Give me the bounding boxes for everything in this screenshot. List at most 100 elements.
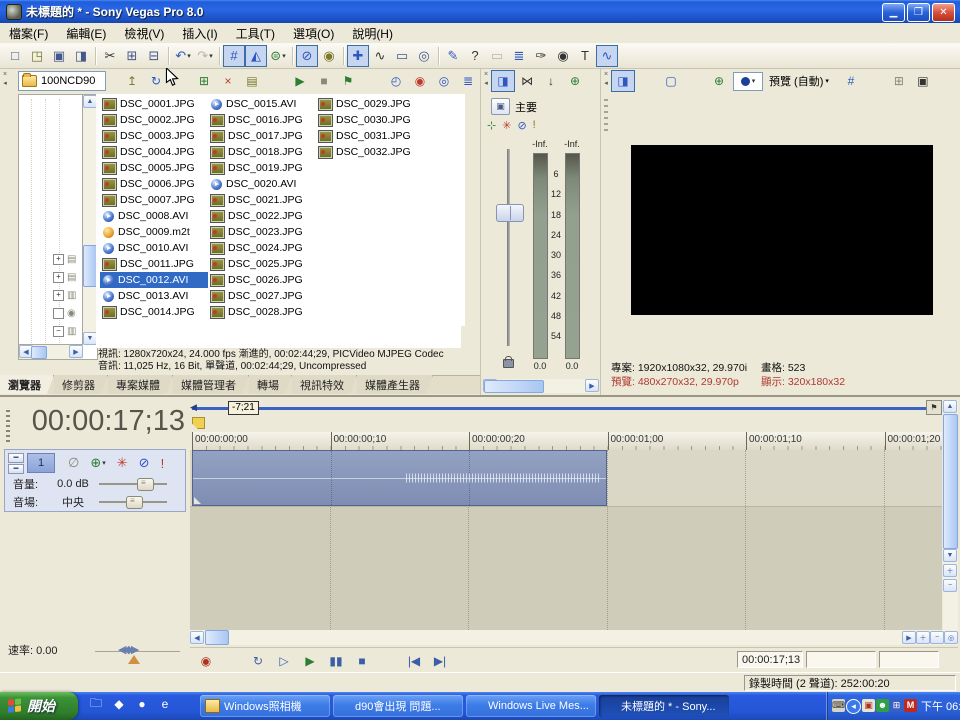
zoom-in-track-button[interactable]: ＋ <box>943 564 957 577</box>
file-item[interactable]: DSC_0019.JPG <box>208 160 316 176</box>
track-fx-icon[interactable]: ⊕ <box>89 454 106 472</box>
start-preview-button[interactable]: ▶ <box>288 70 312 92</box>
pan-slider[interactable] <box>99 501 167 503</box>
separator[interactable] <box>92 45 99 67</box>
file-item[interactable]: DSC_0026.JPG <box>208 272 316 288</box>
volume-value[interactable]: 0.0 dB <box>47 478 99 490</box>
title-bar[interactable]: 未標題的 * - Sony Vegas Pro 8.0 ▁ ❐ ✕ <box>0 0 960 23</box>
dock-tab[interactable]: 媒體管理者 <box>173 375 249 394</box>
mixer-scrollbar[interactable]: ◀▶ <box>483 379 599 393</box>
file-item[interactable]: DSC_0017.JPG <box>208 128 316 144</box>
bus-mute-icon[interactable]: ⊘ <box>517 119 526 132</box>
dock-tab[interactable]: 媒體產生器 <box>357 375 433 394</box>
file-item[interactable]: DSC_0032.JPG <box>316 144 424 160</box>
up-one-level-button[interactable]: ↥ <box>120 70 144 92</box>
downmix-output-button[interactable]: ⋈ <box>515 70 539 92</box>
camera-button[interactable]: ◉ <box>552 45 574 67</box>
envelope-edit-tool-button[interactable]: ∿ <box>369 45 391 67</box>
dim-output-button[interactable]: ↓ <box>539 70 563 92</box>
file-item[interactable]: DSC_0022.JPG <box>208 208 316 224</box>
save-snapshot-button[interactable]: ▣ <box>911 70 935 92</box>
go-to-start-button[interactable]: |◀ <box>401 651 427 671</box>
multicam-button[interactable]: ≣ <box>508 45 530 67</box>
file-item[interactable]: DSC_0002.JPG <box>100 112 208 128</box>
zoom-tool-button[interactable]: ◎ <box>944 631 958 644</box>
redo-button[interactable]: ↷ <box>194 45 216 67</box>
file-item[interactable]: DSC_0004.JPG <box>100 144 208 160</box>
paste-button[interactable]: ⊟ <box>143 45 165 67</box>
new-project-button[interactable]: □ <box>4 45 26 67</box>
file-item[interactable]: DSC_0025.JPG <box>208 256 316 272</box>
video-output-fx-button[interactable]: ⊕ <box>707 70 731 92</box>
file-item[interactable]: DSC_0020.AVI <box>208 176 316 192</box>
preview-quality-selector[interactable]: ▾ <box>733 72 763 91</box>
zoom-edit-tool-button[interactable]: ◎ <box>413 45 435 67</box>
file-item[interactable]: DSC_0006.JPG <box>100 176 208 192</box>
mixer-properties-button[interactable]: ◨ <box>491 70 515 92</box>
cut-button[interactable]: ✂ <box>99 45 121 67</box>
file-item[interactable]: DSC_0024.JPG <box>208 240 316 256</box>
separator[interactable] <box>375 651 401 671</box>
dock-tab[interactable]: 瀏覽器 <box>0 375 54 394</box>
stop-preview-button[interactable]: ■ <box>312 70 336 92</box>
bus-settings-icon[interactable]: ✳ <box>502 119 511 132</box>
menu-item[interactable]: 插入(I) <box>173 23 226 44</box>
trimmer-button[interactable]: ▭ <box>486 45 508 67</box>
separator[interactable] <box>360 70 384 92</box>
play-button[interactable]: ▶ <box>297 651 323 671</box>
file-item[interactable]: DSC_0014.JPG <box>100 304 208 320</box>
menu-item[interactable]: 選項(O) <box>284 23 343 44</box>
zoom-out-track-button[interactable]: − <box>943 579 957 592</box>
copy-button[interactable]: ⊞ <box>121 45 143 67</box>
file-item[interactable]: DSC_0010.AVI <box>100 240 208 256</box>
restore-button[interactable]: ❐ <box>907 3 930 22</box>
enable-snapping-button[interactable]: # <box>223 45 245 67</box>
tray-network-icon[interactable]: ⊞ <box>890 699 903 712</box>
quicklaunch-ie-icon[interactable]: e <box>157 696 173 712</box>
tray-keyboard-icon[interactable]: ⌨ <box>832 699 845 712</box>
media-manager-button[interactable]: ◴ <box>384 70 408 92</box>
file-item[interactable]: DSC_0009.m2t <box>100 224 208 240</box>
track-number[interactable]: 1 <box>27 453 55 473</box>
time-ruler[interactable]: 00:00:00;00 00:00:00;10 00:00:00;20 00:0… <box>192 432 942 451</box>
tree-expand-toggle[interactable]: + <box>53 272 64 283</box>
track-solo-icon[interactable]: ! <box>160 455 166 472</box>
taskbar-task-button[interactable]: Windows照相機 <box>200 695 330 717</box>
explorer-dock-grip[interactable]: ×◂ <box>0 70 10 92</box>
master-bus-icon[interactable]: ▣ <box>491 98 510 115</box>
tree-horizontal-scrollbar[interactable]: ◀▶ <box>19 344 83 359</box>
file-item[interactable]: DSC_0013.AVI <box>100 288 208 304</box>
marker-tool-button[interactable]: ⚑ <box>926 400 942 415</box>
tree-expand-toggle[interactable] <box>53 308 64 319</box>
save-button[interactable]: ▣ <box>48 45 70 67</box>
separator[interactable] <box>435 45 442 67</box>
project-properties-button[interactable]: ◨ <box>70 45 92 67</box>
tree-item[interactable]: + ▥ <box>19 286 81 304</box>
tree-expand-toggle[interactable]: + <box>53 290 64 301</box>
menu-item[interactable]: 工具(T) <box>227 23 284 44</box>
file-item[interactable]: DSC_0029.JPG <box>316 96 424 112</box>
normal-edit-tool-button[interactable]: ✚ <box>347 45 369 67</box>
separator[interactable] <box>863 70 887 92</box>
timeline-marker[interactable] <box>192 417 205 429</box>
track-automation-icon[interactable]: ✳ <box>116 454 129 472</box>
copy-snapshot-button[interactable]: ⊞ <box>887 70 911 92</box>
tray-mail-icon[interactable]: M <box>904 699 917 712</box>
file-item[interactable]: DSC_0007.JPG <box>100 192 208 208</box>
taskbar-task-button[interactable]: d90會出現 問題... <box>333 695 463 717</box>
dock-tab[interactable]: 轉場 <box>249 375 292 394</box>
track-minimize-buttons[interactable]: ▬▬ <box>8 453 24 474</box>
timeline-horizontal-scrollbar[interactable]: ◀ ▶＋ − ◎ <box>190 630 958 645</box>
tray-photo-icon[interactable]: ▣ <box>862 699 875 712</box>
file-item[interactable]: DSC_0008.AVI <box>100 208 208 224</box>
preview-quality-label[interactable]: 預覽 (自動) <box>769 73 823 89</box>
tree-item[interactable]: + ▤ <box>19 268 81 286</box>
file-item[interactable]: DSC_0018.JPG <box>208 144 316 160</box>
stop-button[interactable]: ■ <box>349 651 375 671</box>
minimize-button[interactable]: ▁ <box>882 3 905 22</box>
timeline-grip-dots[interactable] <box>6 410 10 444</box>
separator[interactable] <box>264 70 288 92</box>
tree-expand-toggle[interactable]: + <box>53 254 64 265</box>
tree-item[interactable]: − ▥ <box>19 322 81 340</box>
selection-length-box[interactable] <box>879 651 939 668</box>
